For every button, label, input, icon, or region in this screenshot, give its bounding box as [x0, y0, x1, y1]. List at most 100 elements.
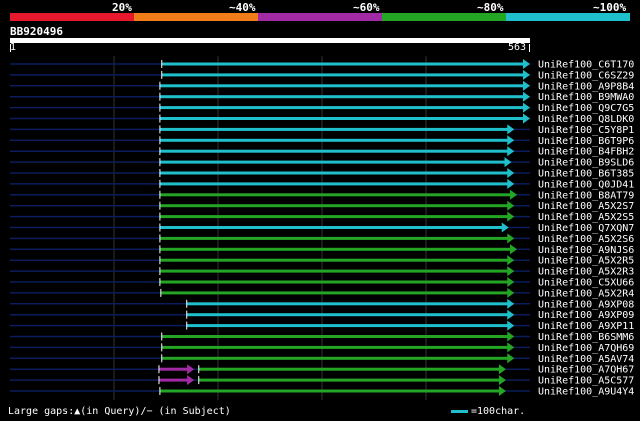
hit-arrow-icon [507, 255, 515, 266]
hit-label[interactable]: UniRef100_A9P8B4 [538, 81, 634, 92]
hit-arrow-icon [510, 189, 518, 200]
hit-label[interactable]: UniRef100_A5X2R4 [538, 288, 634, 299]
hit-bar[interactable] [161, 335, 509, 338]
hit-label[interactable]: UniRef100_B9SLD6 [538, 158, 634, 169]
hit-bar[interactable] [161, 345, 509, 349]
hit-arrow-icon [507, 266, 515, 277]
hit-label[interactable]: UniRef100_A9XP08 [538, 299, 634, 310]
hit-bar[interactable] [159, 258, 509, 262]
hit-bar[interactable] [159, 149, 509, 153]
hit-bar[interactable] [159, 160, 506, 164]
hit-bar[interactable] [159, 204, 509, 208]
hit-arrow-icon [187, 375, 195, 386]
legend-gaps-text: Large gaps:▲(in Query)/− (in Subject) [8, 406, 231, 417]
hit-bar[interactable] [159, 117, 524, 120]
hit-label[interactable]: UniRef100_C6SZ29 [538, 70, 634, 81]
hit-arrow-icon [504, 157, 512, 168]
hit-label[interactable]: UniRef100_A5X2R5 [538, 256, 634, 267]
hit-arrow-icon [498, 375, 506, 386]
hit-arrow-icon [523, 59, 530, 69]
hit-arrow-icon [507, 287, 515, 298]
hit-arrow-icon [507, 200, 515, 211]
hit-bar[interactable] [159, 269, 509, 273]
hit-bar[interactable] [158, 378, 189, 382]
hit-bar[interactable] [198, 367, 500, 371]
hit-label[interactable]: UniRef100_A5X2S5 [538, 212, 634, 223]
hit-label[interactable]: UniRef100_B8AT79 [538, 190, 634, 201]
hit-arrow-icon [507, 298, 515, 309]
hit-arrow-icon [507, 331, 515, 342]
hit-label[interactable]: UniRef100_A5X2R3 [538, 267, 634, 278]
alignment-plot: UniRef100_C6T170UniRef100_C6SZ29UniRef10… [10, 56, 634, 400]
hit-arrow-icon [507, 178, 515, 189]
hit-bar[interactable] [160, 291, 509, 295]
legend-unit-text: =100char. [471, 406, 526, 417]
hit-arrow-icon [507, 309, 515, 320]
hit-label[interactable]: UniRef100_Q8LDK0 [538, 114, 634, 125]
hit-label[interactable]: UniRef100_B4FBH2 [538, 147, 634, 158]
hit-label[interactable]: UniRef100_B6T385 [538, 169, 634, 180]
hit-label[interactable]: UniRef100_A5X2S6 [538, 234, 634, 245]
hit-arrow-icon [523, 69, 530, 80]
hit-bar[interactable] [159, 215, 509, 219]
hit-arrow-icon [523, 113, 530, 124]
hit-label[interactable]: UniRef100_A5C577 [538, 376, 634, 387]
hit-bar[interactable] [159, 95, 524, 99]
hit-label[interactable]: UniRef100_A9XP09 [538, 310, 634, 321]
hit-bar[interactable] [159, 389, 500, 393]
hit-bar[interactable] [159, 127, 509, 131]
hit-arrow-icon [507, 135, 515, 146]
hit-bar[interactable] [159, 171, 509, 175]
hit-bar[interactable] [161, 356, 509, 360]
hit-bar[interactable] [186, 302, 509, 306]
hit-label[interactable]: UniRef100_A9NJS6 [538, 245, 634, 256]
hit-label[interactable]: UniRef100_Q9C7G5 [538, 103, 634, 114]
hit-label[interactable]: UniRef100_Q7XQN7 [538, 223, 634, 234]
hit-arrow-icon [507, 277, 515, 287]
hit-arrow-icon [507, 353, 515, 364]
hit-arrow-icon [498, 364, 506, 375]
hit-bar[interactable] [198, 378, 500, 382]
hit-label[interactable]: UniRef100_B9MWA0 [538, 92, 634, 103]
hit-label[interactable]: UniRef100_C6T170 [538, 60, 634, 71]
hit-bar[interactable] [159, 106, 524, 110]
hit-bar[interactable] [186, 324, 509, 328]
hit-label[interactable]: UniRef100_A9U4Y4 [538, 387, 634, 398]
hit-arrow-icon [507, 124, 515, 135]
hit-bar[interactable] [159, 247, 512, 251]
hit-label[interactable]: UniRef100_C5Y8P1 [538, 125, 634, 136]
hit-label[interactable]: UniRef100_C5XU66 [538, 278, 634, 289]
hit-arrow-icon [507, 168, 515, 178]
hit-arrow-icon [510, 244, 518, 255]
hit-bar[interactable] [161, 62, 524, 66]
hit-bar[interactable] [158, 367, 189, 371]
hit-label[interactable]: UniRef100_B6SMM6 [538, 332, 634, 343]
hit-label[interactable]: UniRef100_A7QH67 [538, 365, 634, 376]
hit-arrow-icon [507, 211, 515, 222]
hit-bar[interactable] [159, 236, 509, 240]
hit-arrow-icon [507, 146, 515, 157]
hit-arrow-icon [187, 364, 195, 375]
hit-label[interactable]: UniRef100_A5AV74 [538, 354, 634, 365]
hit-label[interactable]: UniRef100_A9XP11 [538, 321, 634, 332]
legend-scale-bar [451, 410, 468, 413]
hit-arrow-icon [523, 91, 530, 102]
hit-arrow-icon [507, 342, 515, 353]
hit-bar[interactable] [186, 313, 509, 317]
hit-bar[interactable] [159, 182, 509, 186]
hit-bar[interactable] [159, 138, 509, 142]
hit-bar[interactable] [159, 280, 509, 284]
hit-bar[interactable] [159, 84, 524, 88]
hit-bar[interactable] [159, 226, 503, 229]
hit-arrow-icon [507, 320, 515, 331]
hit-label[interactable]: UniRef100_A5X2S7 [538, 201, 634, 212]
hit-arrow-icon [523, 80, 530, 91]
hit-label[interactable]: UniRef100_Q0JD41 [538, 179, 634, 190]
hit-bar[interactable] [159, 193, 512, 197]
hit-arrow-icon [501, 222, 509, 233]
hit-bar[interactable] [161, 73, 524, 77]
hit-arrow-icon [498, 386, 506, 396]
hit-label[interactable]: UniRef100_B6T9P6 [538, 136, 634, 147]
hit-arrow-icon [523, 102, 530, 113]
hit-label[interactable]: UniRef100_A7QH69 [538, 343, 634, 354]
